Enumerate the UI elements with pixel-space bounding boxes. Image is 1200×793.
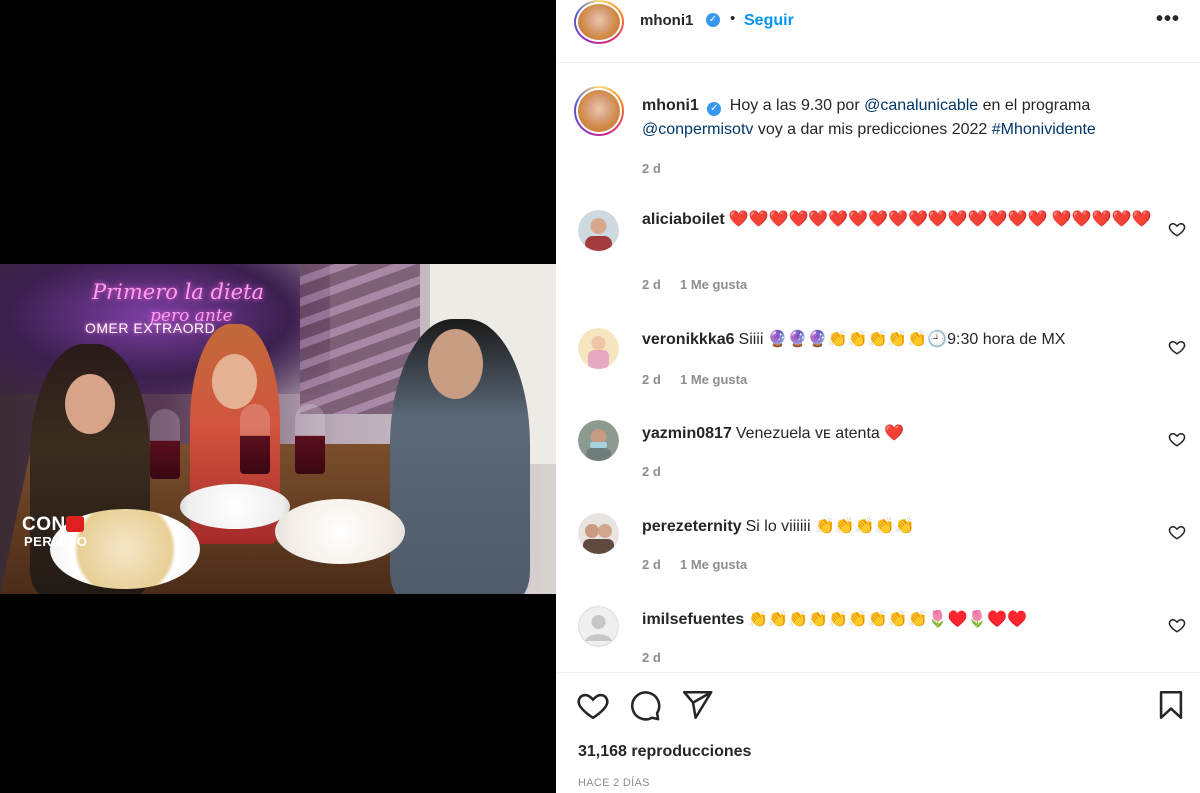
- post-panel: mhoni1 ✓ • Seguir ••• mhoni1 ✓ Hoy a las…: [556, 0, 1200, 793]
- caption-time[interactable]: 2 d: [642, 161, 661, 176]
- wine-glass: [150, 409, 180, 479]
- commenter-avatar[interactable]: [578, 513, 619, 554]
- plate: [180, 484, 290, 529]
- comment-body: ❤️❤️❤️❤️❤️❤️❤️❤️❤️❤️❤️❤️❤️❤️❤️❤️ ❤️❤️❤️❤…: [728, 211, 1152, 228]
- actions-divider: [556, 672, 1200, 673]
- comment-text: perezeternity Si lo viiiiii 👏👏👏👏👏: [642, 515, 1152, 539]
- comment-username[interactable]: aliciaboilet: [642, 211, 725, 228]
- comment-time[interactable]: 2 d: [642, 464, 661, 479]
- wine-glass: [295, 404, 325, 474]
- comment-bubble-icon[interactable]: [628, 688, 662, 722]
- commenter-avatar[interactable]: [578, 606, 619, 647]
- mention-link[interactable]: @canalunicable: [864, 97, 978, 114]
- post-actions: [556, 688, 1200, 728]
- caption-text-part2: en el programa: [978, 97, 1091, 114]
- person-right: [390, 319, 530, 594]
- neon-text-line3: OMER EXTRAORD: [85, 320, 216, 336]
- comment-body: Si lo viiiiii 👏👏👏👏👏: [745, 518, 915, 535]
- comment-body: 👏👏👏👏👏👏👏👏👏🌷♥️🌷♥️♥️: [748, 611, 1028, 628]
- comment-time[interactable]: 2 d: [642, 557, 661, 572]
- comment-username[interactable]: imilsefuentes: [642, 611, 744, 628]
- caption-text-part1: Hoy a las 9.30 por: [729, 97, 865, 114]
- neon-text-line1: Primero la dieta: [92, 280, 265, 304]
- comment-username[interactable]: perezeternity: [642, 518, 742, 535]
- comment-time[interactable]: 2 d: [642, 277, 661, 292]
- save-bookmark-icon[interactable]: [1154, 688, 1188, 722]
- caption-username[interactable]: mhoni1: [642, 97, 699, 114]
- comment-like-icon[interactable]: [1168, 616, 1186, 634]
- verified-badge-icon: ✓: [707, 102, 722, 116]
- comment-like-icon[interactable]: [1168, 523, 1186, 541]
- comment-likes[interactable]: 1 Me gusta: [680, 557, 747, 572]
- more-options-icon[interactable]: •••: [1156, 8, 1180, 31]
- comment-time[interactable]: 2 d: [642, 372, 661, 387]
- follow-button[interactable]: Seguir: [744, 12, 794, 30]
- comment-username[interactable]: yazmin0817: [642, 425, 732, 442]
- commenter-avatar[interactable]: [578, 420, 619, 461]
- mention-link[interactable]: @conpermisotv: [642, 121, 753, 138]
- comment-text: imilsefuentes 👏👏👏👏👏👏👏👏👏🌷♥️🌷♥️♥️: [642, 608, 1152, 632]
- like-heart-icon[interactable]: [576, 688, 610, 722]
- comment-like-icon[interactable]: [1168, 338, 1186, 356]
- post-caption: mhoni1 ✓ Hoy a las 9.30 por @canalunicab…: [642, 94, 1162, 142]
- post-header: mhoni1 ✓ • Seguir •••: [556, 0, 1200, 63]
- comment-username[interactable]: veronikkka6: [642, 331, 735, 348]
- comment-text: aliciaboilet ❤️❤️❤️❤️❤️❤️❤️❤️❤️❤️❤️❤️❤️❤️…: [642, 208, 1152, 232]
- media-pane: Primero la dieta pero ante OMER EXTRAORD…: [0, 0, 556, 793]
- verified-badge-icon: ✓: [706, 13, 720, 27]
- comment-text: yazmin0817 Venezuela ᴠᴇ atenta ❤️: [642, 422, 1152, 446]
- author-username[interactable]: mhoni1: [640, 12, 693, 29]
- header-separator: •: [730, 10, 736, 27]
- show-logo: CON PERMISO: [22, 514, 94, 556]
- comment-text: veronikkka6 Siiii 🔮🔮🔮👏👏👏👏👏🕘9:30 hora de M…: [642, 328, 1152, 352]
- wine-glass: [240, 404, 270, 474]
- comment-likes[interactable]: 1 Me gusta: [680, 372, 747, 387]
- video-player[interactable]: Primero la dieta pero ante OMER EXTRAORD…: [0, 264, 556, 594]
- comment-body: Siiii 🔮🔮🔮👏👏👏👏👏🕘9:30 hora de MX: [738, 331, 1066, 348]
- caption-author-avatar[interactable]: [574, 86, 624, 136]
- caption-text-part3: voy a dar mis predicciones 2022: [753, 121, 992, 138]
- comment-body: Venezuela ᴠᴇ atenta ❤️: [735, 425, 905, 442]
- show-logo-mark: [66, 516, 84, 532]
- comment-like-icon[interactable]: [1168, 430, 1186, 448]
- plate: [275, 499, 405, 564]
- show-logo-top: CON: [22, 514, 66, 535]
- comment-time[interactable]: 2 d: [642, 650, 661, 665]
- comment-likes[interactable]: 1 Me gusta: [680, 277, 747, 292]
- hashtag-link[interactable]: #Mhonividente: [992, 121, 1096, 138]
- commenter-avatar[interactable]: [578, 210, 619, 251]
- post-date[interactable]: HACE 2 DÍAS: [578, 777, 650, 789]
- share-paper-plane-icon[interactable]: [680, 688, 714, 722]
- view-count[interactable]: 31,168 reproducciones: [578, 743, 751, 761]
- commenter-avatar[interactable]: [578, 328, 619, 369]
- comment-like-icon[interactable]: [1168, 220, 1186, 238]
- show-logo-bottom: PERMISO: [24, 534, 88, 549]
- author-avatar[interactable]: [574, 0, 624, 44]
